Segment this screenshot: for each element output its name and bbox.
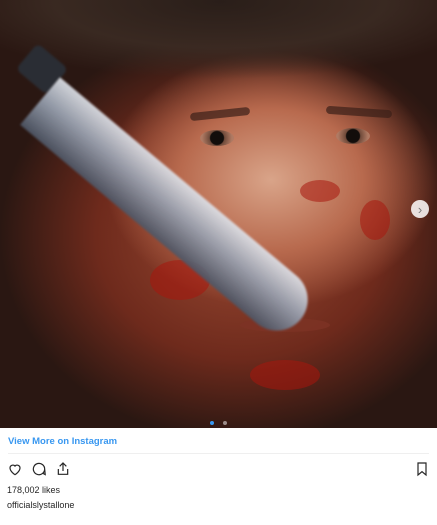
post-image[interactable]: › bbox=[0, 0, 437, 428]
post-username[interactable]: officialslystallone bbox=[7, 500, 74, 510]
comment-icon[interactable] bbox=[30, 460, 48, 478]
carousel-dots bbox=[0, 412, 437, 425]
right-brow-shape bbox=[325, 105, 393, 119]
blood-splatter bbox=[300, 180, 340, 202]
carousel-dot bbox=[222, 421, 227, 425]
heart-icon[interactable] bbox=[6, 460, 24, 478]
bookmark-icon[interactable] bbox=[413, 460, 431, 478]
blood-splatter bbox=[250, 360, 320, 390]
instagram-embed: › View More on Instagram 178,002 likes o… bbox=[0, 0, 437, 525]
left-brow-shape bbox=[189, 106, 251, 122]
chevron-right-icon: › bbox=[417, 201, 423, 217]
left-eye-shape bbox=[200, 130, 234, 146]
carousel-next-button[interactable]: › bbox=[411, 200, 429, 218]
knife-blade-shape bbox=[20, 77, 321, 344]
view-more-link[interactable]: View More on Instagram bbox=[8, 436, 117, 447]
likes-count: 178,002 likes bbox=[7, 485, 61, 495]
hair-shape bbox=[0, 0, 437, 90]
action-bar bbox=[6, 459, 431, 479]
share-icon[interactable] bbox=[54, 460, 72, 478]
carousel-dot-active bbox=[210, 421, 215, 425]
divider bbox=[8, 453, 429, 454]
blood-splatter bbox=[360, 200, 390, 240]
right-eye-shape bbox=[336, 128, 370, 144]
